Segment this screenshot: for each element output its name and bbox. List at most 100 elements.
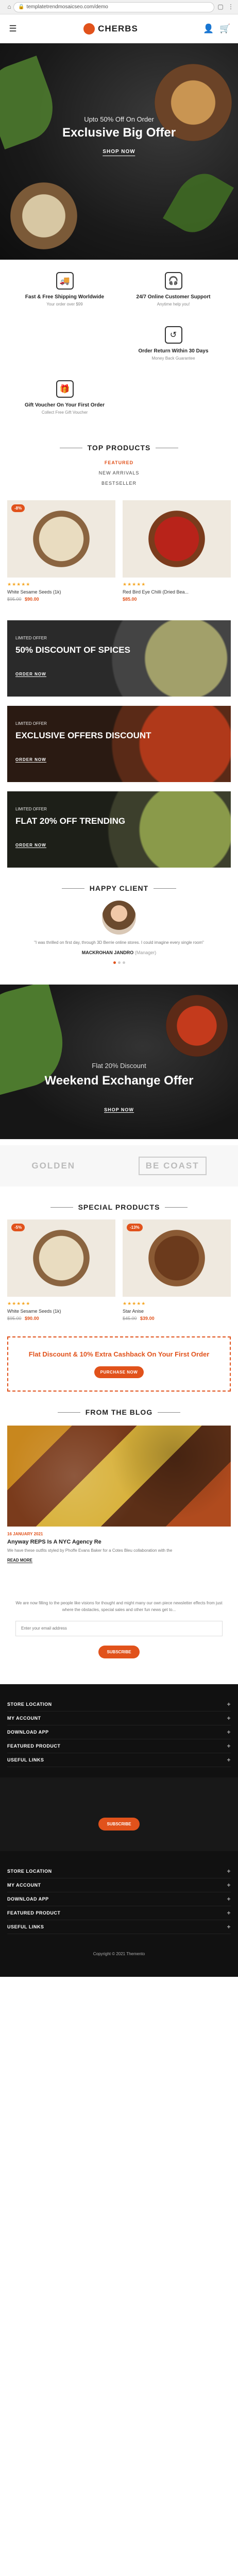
discount-badge: -8% [11,504,25,512]
rating-stars: ★★★★★ [7,582,31,587]
menu-dots-icon[interactable]: ⋮ [227,3,235,11]
gift-icon: 🎁 [56,380,74,398]
plus-icon: + [227,1923,231,1930]
product-image[interactable] [123,500,231,578]
brand-logo[interactable]: BE COAST [138,1157,207,1175]
sale-price: $90.00 [25,597,39,602]
feature-shipping: 🚚 Fast & Free Shipping Worldwide Your or… [15,272,114,307]
tab-bestseller[interactable]: BESTSELLER [0,481,238,486]
exchange-shop-now-button[interactable]: SHOP NOW [104,1107,134,1113]
footer-link-my-account[interactable]: MY ACCOUNT + [7,1711,231,1725]
carousel-dot[interactable] [122,961,125,964]
exchange-title: Weekend Exchange Offer [44,1074,194,1088]
user-icon[interactable]: 👤 [203,23,214,35]
blog-title: FROM THE BLOG [0,1408,238,1416]
hamburger-menu-icon[interactable]: ☰ [7,23,19,35]
product-price: $95.00 $90.00 [7,1316,115,1321]
banner-title: FLAT 20% OFF TRENDING [15,816,126,826]
footer-link-download-app[interactable]: DOWNLOAD APP + [7,1725,231,1739]
footer-link-my-account[interactable]: MY ACCOUNT + [7,1878,231,1892]
url-bar[interactable]: 🔒 templatetrendmosaicseo.com/demo [13,2,214,12]
offer-banner[interactable]: LIMITED OFFER FLAT 20% OFF TRENDING ORDE… [7,791,231,868]
avatar [102,901,136,935]
read-more-link[interactable]: READ MORE [7,1558,32,1564]
product-card[interactable]: -13% ★★★★★ Star Anise $45.00 $39.00 [123,1219,231,1321]
brand-logo[interactable]: GOLDEN [31,1161,75,1171]
plus-icon: + [227,1909,231,1917]
brand-logos: GOLDEN BE COAST [0,1145,238,1187]
sale-price: $90.00 [25,1316,39,1321]
site-logo[interactable]: CHERBS [83,23,138,35]
truck-icon: 🚚 [56,272,74,290]
plus-icon: + [227,1742,231,1750]
product-card[interactable]: -8% ★★★★★ White Sesame Seeds (1k) $95.00… [7,500,115,602]
footer-link-useful-links[interactable]: USEFUL LINKS + [7,1920,231,1934]
tab-new-arrivals[interactable]: NEW ARRIVALS [0,470,238,476]
hero-banner: Upto 50% Off On Order Exclusive Big Offe… [0,43,238,260]
footer-link-label: USEFUL LINKS [7,1924,44,1929]
blog-date: 16 JANUARY 2021 [7,1532,43,1537]
home-icon[interactable]: ⌂ [5,3,13,11]
carousel-dot[interactable] [113,961,116,964]
plus-icon: + [227,1728,231,1736]
order-now-button[interactable]: ORDER NOW [15,843,46,848]
footer-link-label: USEFUL LINKS [7,1757,44,1762]
product-name[interactable]: Star Anise [123,1309,231,1314]
tab-featured[interactable]: FEATURED [0,460,238,465]
special-products-grid: -5% ★★★★★ White Sesame Seeds (1k) $95.00… [0,1219,238,1321]
url-text: templatetrendmosaicseo.com/demo [26,4,108,10]
headset-icon: 🎧 [164,272,182,290]
product-name[interactable]: White Sesame Seeds (1k) [7,589,115,595]
sale-price: $39.00 [140,1316,155,1321]
product-image[interactable]: -5% [7,1219,115,1297]
product-card[interactable]: -5% ★★★★★ White Sesame Seeds (1k) $95.00… [7,1219,115,1321]
footer-link-featured-product[interactable]: FEATURED PRODUCT + [7,1906,231,1920]
footer-link-label: MY ACCOUNT [7,1715,41,1721]
plus-icon: + [227,1756,231,1764]
banner-label: LIMITED OFFER [15,636,47,640]
offer-banner[interactable]: LIMITED OFFER 50% DISCOUNT OF SPICES ORD… [7,620,231,697]
footer-link-store-location[interactable]: STORE LOCATION + [7,1865,231,1878]
order-now-button[interactable]: ORDER NOW [15,757,46,762]
feature-title: 24/7 Online Customer Support [136,294,211,300]
tabs-icon[interactable]: ▢ [216,3,225,11]
author-role: (Manager) [134,950,157,955]
purchase-now-button[interactable]: PURCHASE NOW [94,1366,144,1379]
product-image[interactable]: -13% [123,1219,231,1297]
banner-label: LIMITED OFFER [15,721,47,726]
footer-subscribe-button[interactable]: SUBSCRIBE [98,1817,140,1831]
top-products-grid: -8% ★★★★★ White Sesame Seeds (1k) $95.00… [0,491,238,602]
cart-icon[interactable]: 🛒 [219,23,231,35]
product-image[interactable]: -8% [7,500,115,578]
product-price: $85.00 [123,597,231,602]
product-name[interactable]: White Sesame Seeds (1k) [7,1309,115,1314]
blog-image[interactable] [7,1426,231,1527]
discount-badge: -13% [127,1224,143,1231]
plus-icon: + [227,1881,231,1889]
feature-title: Order Return Within 30 Days [138,348,209,354]
product-price: $95.00 $90.00 [7,597,115,602]
offer-banner[interactable]: LIMITED OFFER EXCLUSIVE OFFERS DISCOUNT … [7,706,231,782]
subscribe-button[interactable]: SUBSCRIBE [98,1645,140,1658]
product-card[interactable]: ★★★★★ Red Bird Eye Chilli (Dried Bea... … [123,500,231,602]
carousel-dot[interactable] [117,961,121,964]
newsletter-email-input[interactable] [15,1620,223,1636]
rating-stars: ★★★★★ [7,1301,31,1306]
blog-post-title[interactable]: Anyway REPS Is A NYC Agency Re [7,1539,231,1545]
product-name[interactable]: Red Bird Eye Chilli (Dried Bea... [123,589,231,595]
testimonial-quote: "I was thrilled on first day, through 3D… [34,940,204,945]
footer-link-useful-links[interactable]: USEFUL LINKS + [7,1753,231,1767]
footer-link-store-location[interactable]: STORE LOCATION + [7,1698,231,1711]
top-products-title: TOP PRODUCTS [0,444,238,452]
order-now-button[interactable]: ORDER NOW [15,672,46,677]
plus-icon: + [227,1895,231,1903]
old-price: $95.00 [7,1316,22,1321]
footer-link-label: FEATURED PRODUCT [7,1910,61,1916]
exchange-offer-banner: Flat 20% Discount Weekend Exchange Offer… [0,985,238,1139]
hero-shop-now-button[interactable]: SHOP NOW [103,149,135,156]
features-section: 🚚 Fast & Free Shipping Worldwide Your or… [0,260,238,427]
feature-return: ↺ Order Return Within 30 Days Money Back… [124,326,223,361]
footer-link-featured-product[interactable]: FEATURED PRODUCT + [7,1739,231,1753]
footer-link-download-app[interactable]: DOWNLOAD APP + [7,1892,231,1906]
old-price: $45.00 [123,1316,137,1321]
